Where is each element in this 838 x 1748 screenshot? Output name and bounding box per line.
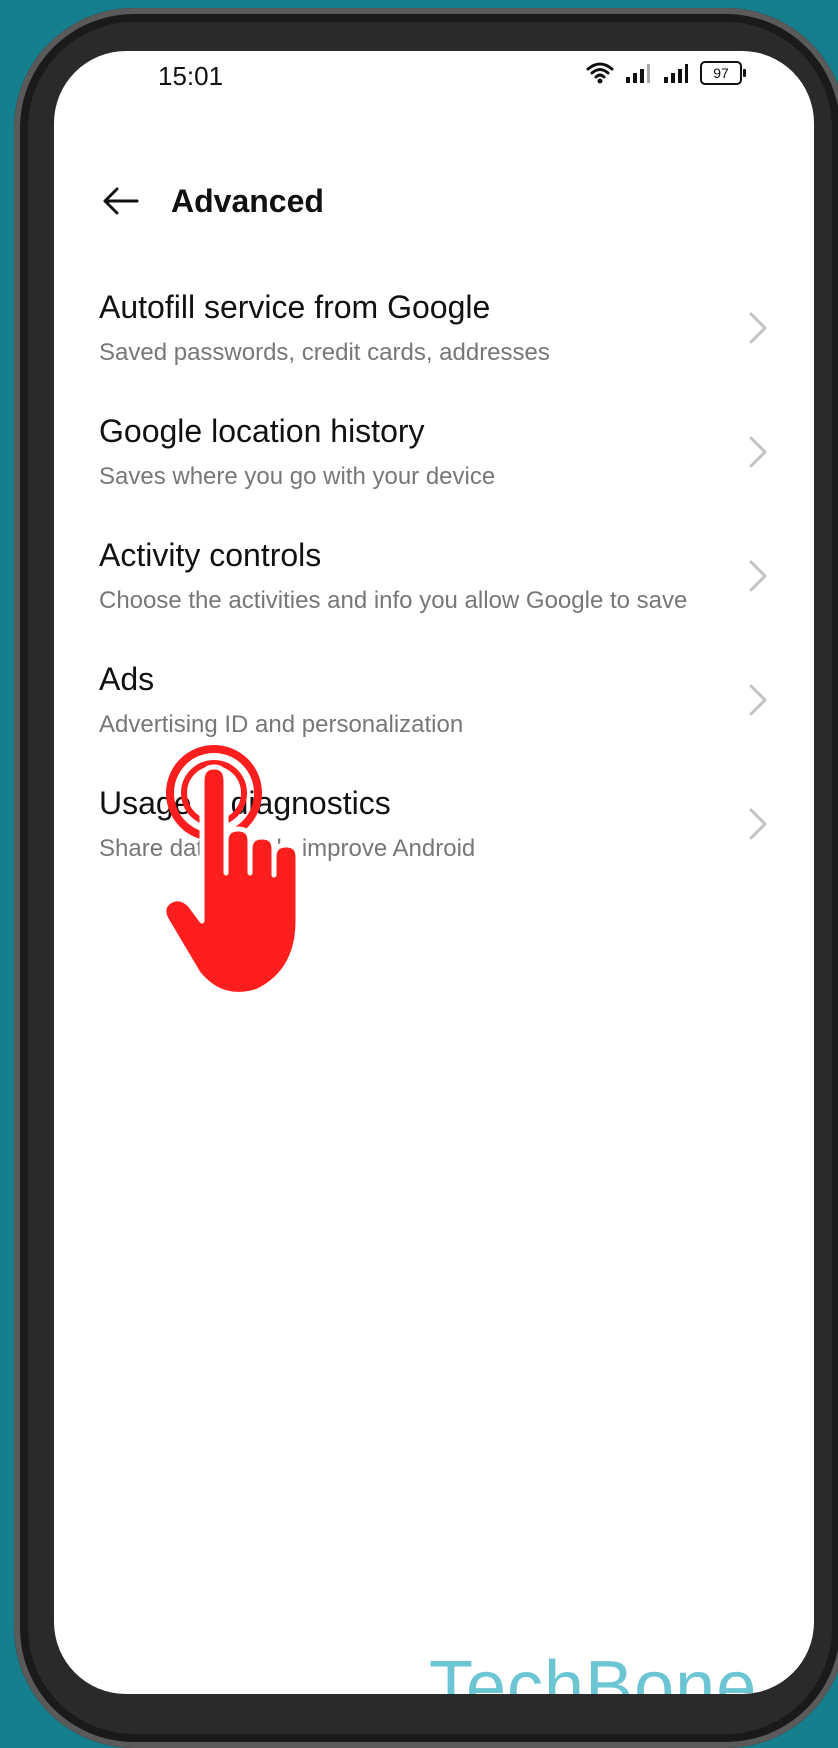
item-title: Google location history — [99, 413, 425, 449]
arrow-left-icon — [103, 187, 139, 215]
item-subtitle: Saves where you go with your device — [99, 463, 496, 490]
settings-item-activity-controls[interactable]: Activity controls Choose the activities … — [54, 514, 814, 638]
item-title: Usage & diagnostics — [99, 785, 391, 821]
wifi-icon — [586, 62, 614, 84]
item-title: Ads — [99, 661, 155, 697]
settings-list: Autofill service from Google Saved passw… — [54, 266, 814, 886]
settings-item-usage-diagnostics[interactable]: Usage & diagnostics Share data to help i… — [54, 762, 814, 886]
item-subtitle: Advertising ID and personalization — [99, 711, 464, 738]
chevron-right-icon — [749, 312, 767, 344]
chevron-right-icon — [749, 684, 767, 716]
chevron-right-icon — [749, 808, 767, 840]
back-button[interactable] — [90, 171, 150, 231]
item-subtitle: Saved passwords, credit cards, addresses — [99, 339, 550, 366]
signal-icon — [664, 64, 688, 83]
item-title: Autofill service from Google — [99, 289, 491, 325]
chevron-right-icon — [749, 560, 767, 592]
status-icons: 97 — [586, 61, 746, 85]
settings-item-location-history[interactable]: Google location history Saves where you … — [54, 390, 814, 514]
item-subtitle: Share data to help improve Android — [99, 835, 476, 862]
settings-item-autofill[interactable]: Autofill service from Google Saved passw… — [54, 266, 814, 390]
item-title: Activity controls — [99, 537, 322, 573]
status-bar: 15:01 97 — [54, 51, 814, 111]
battery-icon: 97 — [700, 61, 746, 85]
watermark: TechBone — [429, 1647, 758, 1694]
page-title: Advanced — [171, 183, 324, 219]
chevron-right-icon — [749, 436, 767, 468]
phone-screen: 15:01 97 Advanced Autofill service from … — [54, 51, 814, 1694]
signal-icon — [626, 64, 650, 83]
app-header: Advanced — [54, 161, 814, 241]
item-subtitle: Choose the activities and info you allow… — [99, 587, 688, 614]
settings-item-ads[interactable]: Ads Advertising ID and personalization — [54, 638, 814, 762]
status-time: 15:01 — [158, 61, 224, 91]
